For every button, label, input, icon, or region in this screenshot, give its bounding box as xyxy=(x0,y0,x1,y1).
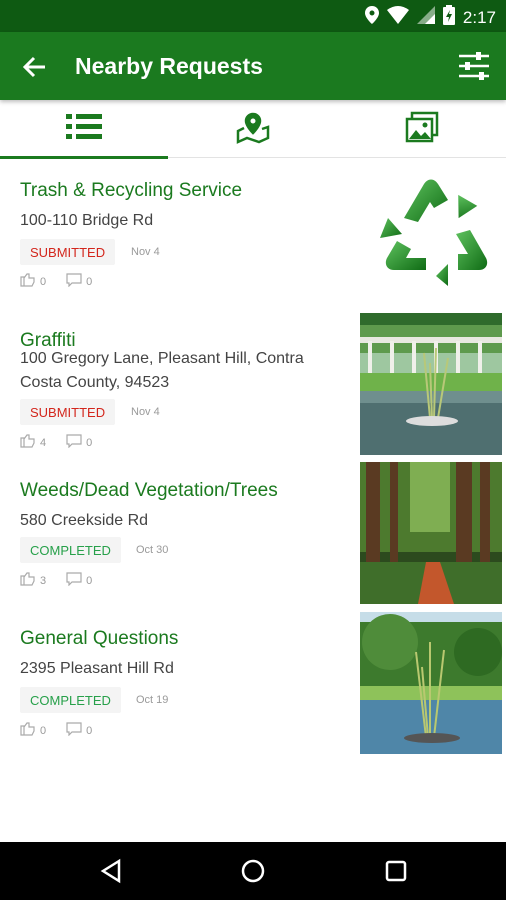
request-address: 2395 Pleasant Hill Rd xyxy=(20,660,174,677)
app-bar: Nearby Requests xyxy=(0,32,506,100)
vote-count: 3 xyxy=(40,574,47,587)
comment-icon xyxy=(66,572,82,589)
comment-icon xyxy=(66,722,82,739)
status-time: 2:17 xyxy=(462,7,496,27)
request-meta: 0 0 xyxy=(20,722,92,739)
comment-count: 0 xyxy=(86,574,93,587)
request-date: Oct 19 xyxy=(136,694,169,706)
map-pin-icon xyxy=(236,110,270,149)
status-bar: 2:17 xyxy=(0,0,506,32)
request-date: Nov 4 xyxy=(131,246,160,258)
comment-count: 0 xyxy=(86,275,93,288)
view-tabs xyxy=(0,100,506,159)
request-meta: 0 0 xyxy=(20,273,92,290)
signal-icon xyxy=(416,6,435,29)
request-title: Trash & Recycling Service xyxy=(20,180,243,201)
vote-icon xyxy=(20,572,36,589)
recents-square-icon[interactable] xyxy=(380,855,412,887)
request-title: Weeds/Dead Vegetation/Trees xyxy=(20,480,278,501)
comment-count: 0 xyxy=(86,724,93,737)
request-date: Oct 30 xyxy=(136,544,169,556)
pond-pergola-photo xyxy=(360,313,502,455)
tab-list[interactable] xyxy=(0,100,168,159)
request-address: 100 Gregory Lane, Pleasant Hill, Contra … xyxy=(20,350,304,391)
request-address: 580 Creekside Rd xyxy=(20,512,149,529)
status-badge: SUBMITTED xyxy=(20,399,116,425)
page-title: Nearby Requests xyxy=(75,53,263,79)
list-item[interactable]: Graffiti 100 Gregory Lane, Pleasant Hill… xyxy=(0,310,506,460)
back-arrow-icon[interactable] xyxy=(20,52,50,82)
list-item[interactable]: General Questions 2395 Pleasant Hill Rd … xyxy=(0,610,506,760)
forest-path-photo xyxy=(360,462,502,604)
list-item[interactable]: Trash & Recycling Service 100-110 Bridge… xyxy=(0,160,506,310)
list-item[interactable]: Weeds/Dead Vegetation/Trees 580 Creeksid… xyxy=(0,460,506,610)
vote-icon xyxy=(20,434,36,451)
system-nav-bar xyxy=(0,842,506,900)
request-address: 100-110 Bridge Rd xyxy=(20,212,154,229)
location-icon xyxy=(364,6,379,29)
request-date: Nov 4 xyxy=(131,406,160,418)
status-badge: SUBMITTED xyxy=(20,239,116,265)
tab-map[interactable] xyxy=(169,100,337,158)
vote-icon xyxy=(20,273,36,290)
wifi-icon xyxy=(386,6,409,29)
vote-icon xyxy=(20,722,36,739)
vote-count: 4 xyxy=(40,436,47,449)
battery-charging-icon xyxy=(442,5,455,30)
list-icon xyxy=(66,113,102,146)
status-badge: COMPLETED xyxy=(20,537,121,563)
pond-reeds-photo xyxy=(360,612,502,754)
filter-sliders-icon[interactable] xyxy=(456,48,492,84)
back-triangle-icon[interactable] xyxy=(95,855,127,887)
comment-icon xyxy=(66,273,82,290)
request-title: General Questions xyxy=(20,628,179,649)
tab-gallery[interactable] xyxy=(338,100,506,158)
vote-count: 0 xyxy=(40,724,47,737)
gallery-icon xyxy=(405,111,439,148)
status-badge: COMPLETED xyxy=(20,687,121,713)
request-meta: 3 0 xyxy=(20,572,92,589)
comment-icon xyxy=(66,434,82,451)
request-meta: 4 0 xyxy=(20,434,92,451)
comment-count: 0 xyxy=(86,436,93,449)
recycle-symbol-image xyxy=(366,168,496,298)
vote-count: 0 xyxy=(40,275,47,288)
home-circle-icon[interactable] xyxy=(237,855,269,887)
